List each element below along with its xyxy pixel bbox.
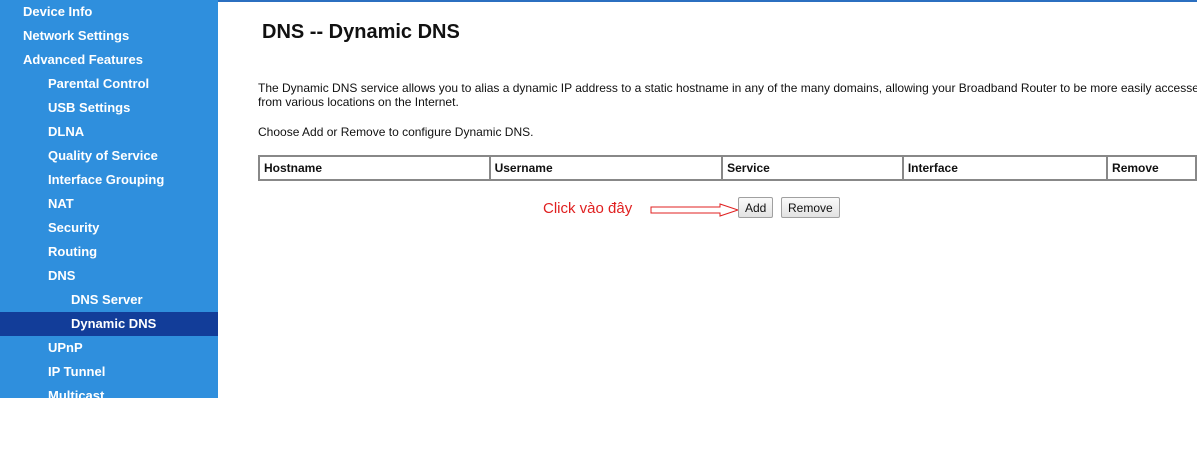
- page-title: DNS -- Dynamic DNS: [262, 21, 460, 43]
- sidebar-nav: Device Info Network Settings Advanced Feat…: [0, 0, 218, 398]
- sidebar-item-security[interactable]: Security: [0, 216, 218, 240]
- remove-button[interactable]: Remove: [781, 197, 840, 218]
- column-hostname: Hostname: [258, 155, 491, 181]
- sidebar-item-nat[interactable]: NAT: [0, 192, 218, 216]
- sidebar-item-device-info[interactable]: Device Info: [0, 0, 218, 24]
- sidebar-item-dns[interactable]: DNS: [0, 264, 218, 288]
- arrow-right-icon: [650, 203, 740, 217]
- sidebar-item-upnp[interactable]: UPnP: [0, 336, 218, 360]
- annotation-text: Click vào đây: [543, 200, 633, 217]
- page-description: The Dynamic DNS service allows you to al…: [258, 81, 1197, 109]
- column-service: Service: [721, 155, 904, 181]
- column-interface: Interface: [901, 155, 1109, 181]
- sidebar-item-advanced-features[interactable]: Advanced Features: [0, 48, 218, 72]
- sidebar-item-dynamic-dns[interactable]: Dynamic DNS: [0, 312, 218, 336]
- table-header-row: Hostname Username Service Interface Remo…: [258, 155, 1197, 181]
- sidebar-item-dns-server[interactable]: DNS Server: [0, 288, 218, 312]
- sidebar-item-interface-grouping[interactable]: Interface Grouping: [0, 168, 218, 192]
- sidebar-item-dlna[interactable]: DLNA: [0, 120, 218, 144]
- sidebar-item-ip-tunnel[interactable]: IP Tunnel: [0, 360, 218, 384]
- column-remove: Remove: [1106, 155, 1197, 181]
- sidebar-item-network-settings[interactable]: Network Settings: [0, 24, 218, 48]
- sidebar-item-routing[interactable]: Routing: [0, 240, 218, 264]
- dynamic-dns-table: Hostname Username Service Interface Remo…: [258, 155, 1197, 181]
- add-button[interactable]: Add: [738, 197, 774, 218]
- sidebar-item-usb-settings[interactable]: USB Settings: [0, 96, 218, 120]
- instruction-text: Choose Add or Remove to configure Dynami…: [258, 125, 534, 139]
- column-username: Username: [488, 155, 724, 181]
- sidebar-item-quality-of-service[interactable]: Quality of Service: [0, 144, 218, 168]
- main-content: DNS -- Dynamic DNS The Dynamic DNS servi…: [218, 0, 1197, 460]
- sidebar-item-parental-control[interactable]: Parental Control: [0, 72, 218, 96]
- sidebar-item-multicast[interactable]: Multicast: [0, 384, 218, 398]
